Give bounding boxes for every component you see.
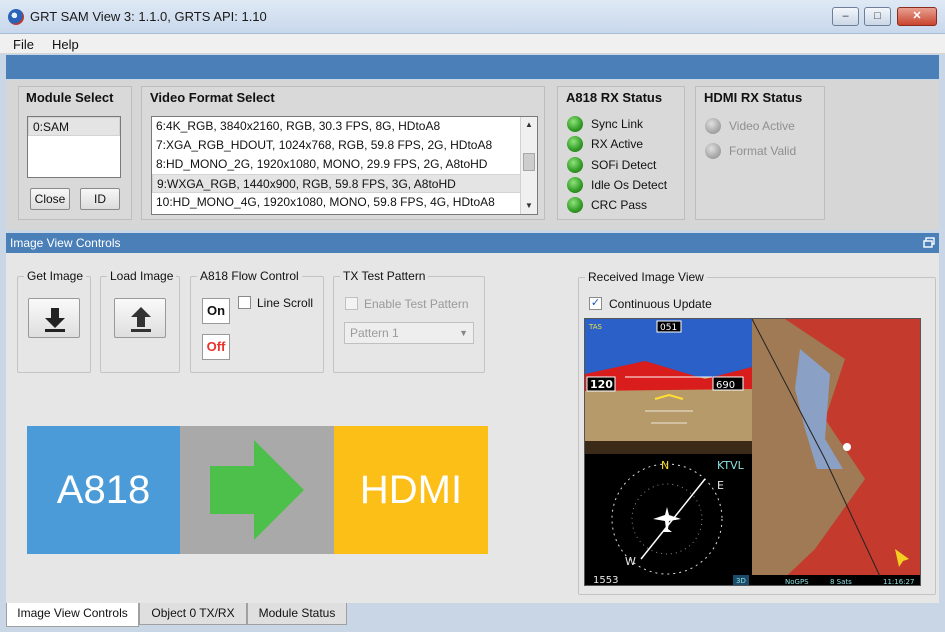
flow-off-button[interactable]: Off <box>202 334 230 360</box>
arrow-tile <box>180 426 334 554</box>
status-label: Sync Link <box>591 117 644 131</box>
pattern-select-value: Pattern 1 <box>350 326 399 340</box>
compass-w: W <box>625 555 636 568</box>
top-panel: Module Select 0:SAM Close ID Video Forma… <box>6 80 939 230</box>
green-led-icon <box>567 136 583 152</box>
compass-e: E <box>717 479 724 492</box>
a818-status-group: A818 RX Status Sync Link RX Active SOFi … <box>557 86 685 220</box>
status-label: RX Active <box>591 137 644 151</box>
video-format-item[interactable]: 10:HD_MONO_4G, 1920x1080, MONO, 59.8 FPS… <box>152 193 537 212</box>
flow-on-button[interactable]: On <box>202 298 230 324</box>
a818-status-title: A818 RX Status <box>566 90 663 105</box>
toolbar-strip <box>6 55 939 79</box>
tab-module-status[interactable]: Module Status <box>247 603 347 625</box>
upload-icon <box>131 307 151 332</box>
video-format-item[interactable]: 8:HD_MONO_2G, 1920x1080, MONO, 29.9 FPS,… <box>152 155 537 174</box>
nogps-label: NoGPS <box>785 578 809 586</box>
menu-bar: File Help <box>0 34 945 54</box>
load-image-title: Load Image <box>107 269 177 283</box>
section-title: Image View Controls <box>10 236 121 250</box>
grey-led-icon <box>705 143 721 159</box>
scroll-down-icon[interactable]: ▼ <box>521 198 537 214</box>
get-image-button[interactable] <box>28 298 80 338</box>
module-id-button[interactable]: ID <box>80 188 120 210</box>
time-label: 11:16:27 <box>883 578 914 586</box>
tas-label: TAS <box>588 323 603 331</box>
scroll-thumb[interactable] <box>523 153 535 171</box>
heading-readout: 051 <box>660 323 677 333</box>
test-pattern-title: TX Test Pattern <box>340 269 429 283</box>
load-image-button[interactable] <box>114 298 166 338</box>
line-scroll-checkbox[interactable] <box>238 296 251 309</box>
flow-control-group: A818 Flow Control On Off Line Scroll <box>190 269 324 373</box>
status-label: Video Active <box>729 119 795 133</box>
continuous-update-checkbox[interactable]: ✓ <box>589 297 602 310</box>
menu-file[interactable]: File <box>13 37 34 52</box>
fix-label: 3D <box>736 577 746 585</box>
download-icon <box>45 308 65 332</box>
module-list-item[interactable]: 0:SAM <box>28 117 120 136</box>
title-bar: GRT SAM View 3: 1.1.0, GRTS API: 1.10 – … <box>0 0 945 34</box>
video-format-group: Video Format Select 6:4K_RGB, 3840x2160,… <box>141 86 545 220</box>
a818-tile: A818 <box>27 426 180 554</box>
airport-label: KTVL <box>717 459 745 472</box>
video-format-item[interactable]: 6:4K_RGB, 3840x2160, RGB, 30.3 FPS, 8G, … <box>152 117 537 136</box>
green-led-icon <box>567 177 583 193</box>
video-format-scrollbar[interactable]: ▲ ▼ <box>520 117 537 214</box>
right-arrow-icon <box>210 440 304 540</box>
restore-icon[interactable] <box>923 237 935 248</box>
green-led-icon <box>567 157 583 173</box>
get-image-group: Get Image <box>17 269 91 373</box>
status-label: CRC Pass <box>591 198 648 212</box>
video-format-item-selected[interactable]: 9:WXGA_RGB, 1440x900, RGB, 59.8 FPS, 3G,… <box>152 174 537 193</box>
hdmi-tile: HDMI <box>334 426 488 554</box>
flow-control-title: A818 Flow Control <box>197 269 302 283</box>
line-scroll-label: Line Scroll <box>257 296 314 310</box>
altitude-readout: 690 <box>716 380 735 391</box>
module-select-title: Module Select <box>26 90 114 105</box>
get-image-title: Get Image <box>24 269 87 283</box>
sats-label: 8 Sats <box>830 578 852 586</box>
received-image: 120 690 051 TAS NoGPS 8 Sats 11:16:27 N … <box>584 318 921 586</box>
status-label: SOFi Detect <box>591 158 657 172</box>
menu-help[interactable]: Help <box>52 37 79 52</box>
module-select-group: Module Select 0:SAM Close ID <box>18 86 132 220</box>
test-pattern-group: TX Test Pattern Enable Test Pattern Patt… <box>333 269 485 373</box>
green-led-icon <box>567 116 583 132</box>
video-format-title: Video Format Select <box>150 90 275 105</box>
hdmi-status-group: HDMI RX Status Video Active Format Valid <box>695 86 825 220</box>
video-format-listbox[interactable]: 6:4K_RGB, 3840x2160, RGB, 30.3 FPS, 8G, … <box>151 116 538 215</box>
hdmi-status-title: HDMI RX Status <box>704 90 803 105</box>
status-label: Idle Os Detect <box>591 178 668 192</box>
maximize-button[interactable]: □ <box>864 7 891 26</box>
bottom-left-readout: 1553 <box>593 575 618 586</box>
app-icon <box>8 9 24 25</box>
speed-readout: 120 <box>590 378 613 391</box>
tab-object-tx-rx[interactable]: Object 0 TX/RX <box>139 603 247 625</box>
minimize-button[interactable]: – <box>832 7 859 26</box>
module-close-button[interactable]: Close <box>30 188 70 210</box>
scroll-up-icon[interactable]: ▲ <box>521 117 537 133</box>
green-led-icon <box>567 197 583 213</box>
window-title: GRT SAM View 3: 1.1.0, GRTS API: 1.10 <box>30 9 267 24</box>
enable-test-pattern-checkbox[interactable] <box>345 297 358 310</box>
image-view-controls-header: Image View Controls <box>6 233 939 253</box>
chevron-down-icon: ▼ <box>459 328 468 338</box>
grey-led-icon <box>705 118 721 134</box>
tab-image-view-controls[interactable]: Image View Controls <box>6 603 139 627</box>
enable-test-pattern-label: Enable Test Pattern <box>364 297 469 311</box>
video-format-item[interactable]: 7:XGA_RGB_HDOUT, 1024x768, RGB, 59.8 FPS… <box>152 136 537 155</box>
load-image-group: Load Image <box>100 269 180 373</box>
status-label: Format Valid <box>729 144 797 158</box>
continuous-update-label: Continuous Update <box>609 297 712 311</box>
compass-n: N <box>661 459 669 472</box>
close-window-button[interactable]: ✕ <box>897 7 937 26</box>
pattern-select[interactable]: Pattern 1 ▼ <box>344 322 474 344</box>
bottom-tab-strip: Image View Controls Object 0 TX/RX Modul… <box>0 603 945 632</box>
avionics-display-image: 120 690 051 TAS NoGPS 8 Sats 11:16:27 N … <box>585 319 920 586</box>
received-image-title: Received Image View <box>585 270 707 284</box>
module-listbox[interactable]: 0:SAM <box>27 116 121 178</box>
